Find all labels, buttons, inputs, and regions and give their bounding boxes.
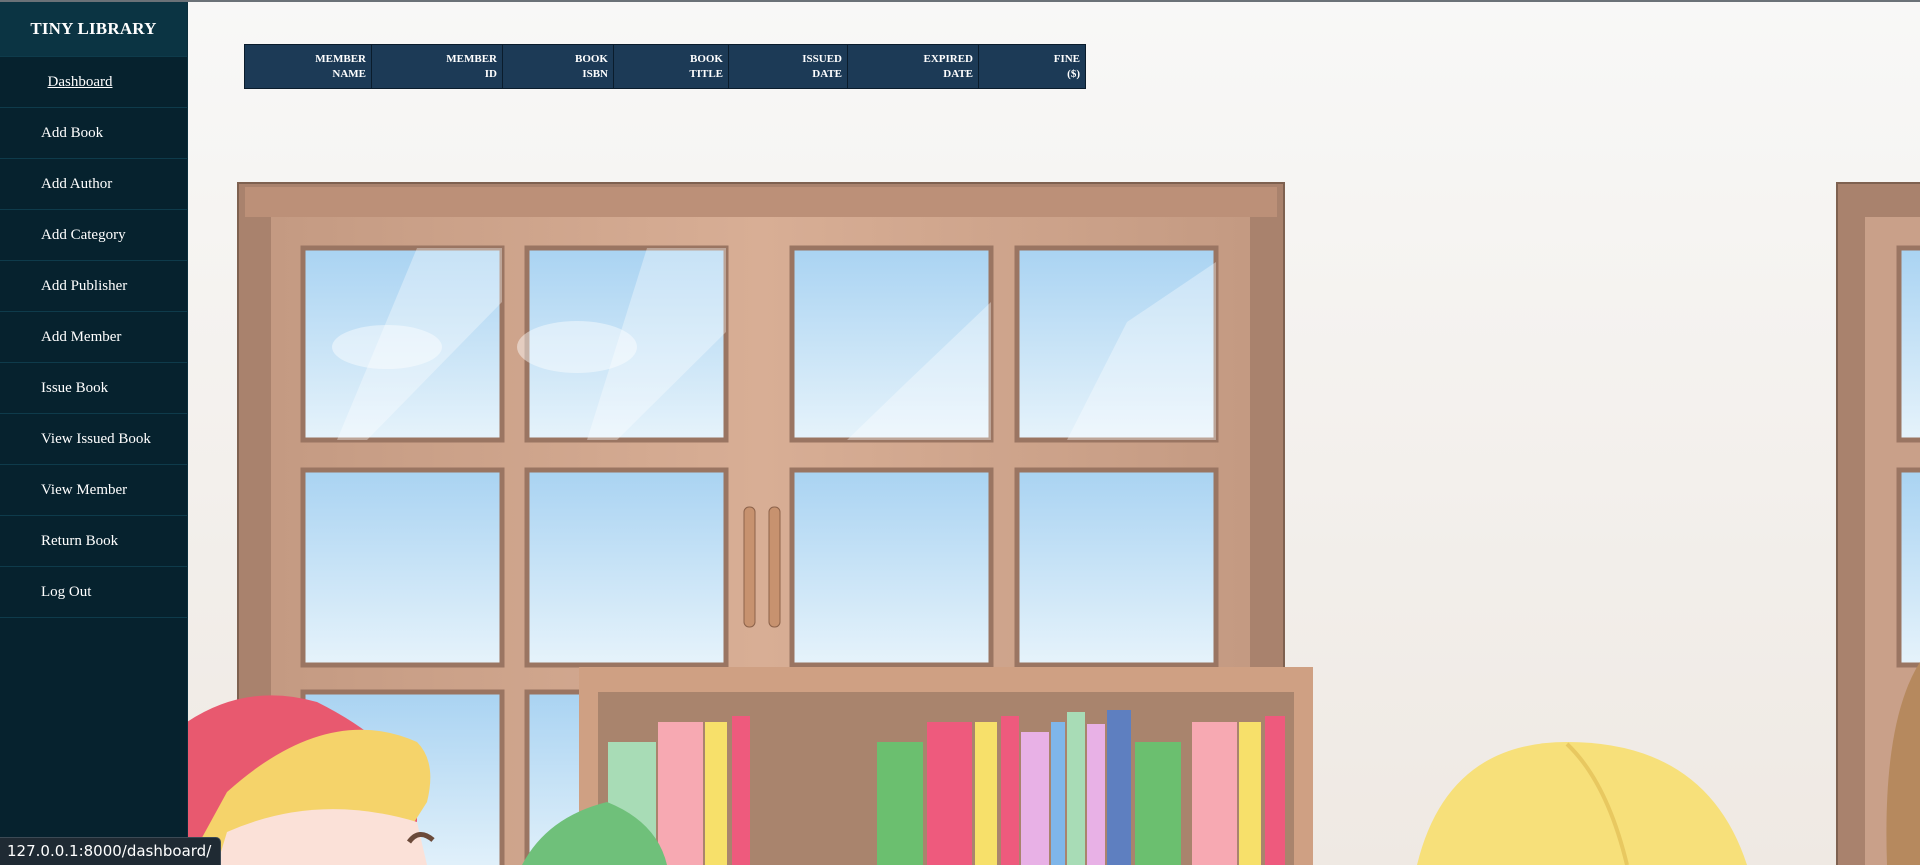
sidebar-item-view-member[interactable]: View Member	[0, 465, 187, 516]
sidebar-item-return-book[interactable]: Return Book	[0, 516, 187, 567]
table-header-row: MEMBER NAME MEMBER ID BOOK ISBN BOOK TITLE I…	[244, 44, 1086, 89]
column-header-issued-date: ISSUED DATE	[728, 44, 848, 89]
header-line: DATE	[943, 68, 973, 80]
sidebar-item-add-category[interactable]: Add Category	[0, 210, 187, 261]
column-header-fine: FINE ($)	[978, 44, 1086, 89]
header-line: NAME	[332, 68, 366, 80]
header-line: DATE	[812, 68, 842, 80]
column-header-member-id: MEMBER ID	[371, 44, 503, 89]
brand-title: TINY LIBRARY	[0, 2, 187, 57]
header-line: ID	[484, 68, 497, 80]
header-line: TITLE	[689, 68, 723, 80]
status-url: 127.0.0.1:8000/dashboard/	[0, 837, 222, 865]
header-line: ISSUED	[802, 53, 842, 65]
header-line: BOOK	[574, 53, 608, 65]
sidebar-item-add-book[interactable]: Add Book	[0, 108, 187, 159]
issued-books-table: MEMBER NAME MEMBER ID BOOK ISBN BOOK TITLE I…	[244, 44, 1086, 89]
header-line: MEMBER	[446, 53, 497, 65]
header-line: ISBN	[582, 68, 608, 80]
window-top-border	[0, 0, 1920, 2]
column-header-book-title: BOOK TITLE	[613, 44, 729, 89]
header-line: EXPIRED	[923, 53, 973, 65]
header-line: MEMBER	[315, 53, 366, 65]
sidebar-item-issue-book[interactable]: Issue Book	[0, 363, 187, 414]
header-line: FINE	[1053, 53, 1080, 65]
column-header-member-name: MEMBER NAME	[244, 44, 372, 89]
sidebar-item-add-member[interactable]: Add Member	[0, 312, 187, 363]
sidebar-item-dashboard[interactable]: Dashboard	[0, 57, 187, 108]
column-header-expired-date: EXPIRED DATE	[847, 44, 979, 89]
header-line: BOOK	[689, 53, 723, 65]
sidebar-item-view-issued-book[interactable]: View Issued Book	[0, 414, 187, 465]
sidebar-item-add-author[interactable]: Add Author	[0, 159, 187, 210]
sidebar-item-add-publisher[interactable]: Add Publisher	[0, 261, 187, 312]
sidebar-item-log-out[interactable]: Log Out	[0, 567, 187, 618]
header-line: ($)	[1067, 68, 1080, 80]
column-header-book-isbn: BOOK ISBN	[502, 44, 614, 89]
library-background-illustration	[187, 2, 1920, 865]
sidebar: TINY LIBRARY Dashboard Add Book Add Auth…	[0, 2, 188, 865]
